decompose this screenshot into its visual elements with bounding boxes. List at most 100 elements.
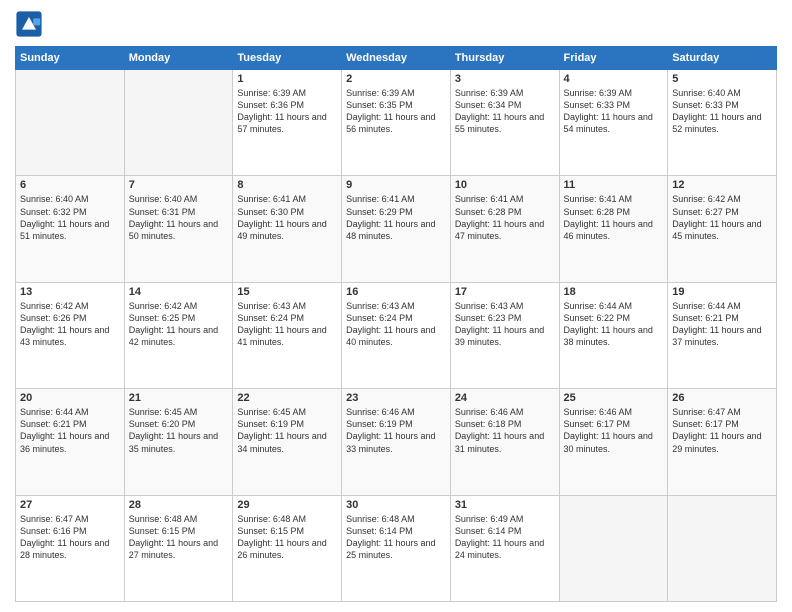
day-number: 20 (20, 392, 120, 404)
weekday-friday: Friday (559, 47, 668, 70)
day-number: 27 (20, 499, 120, 511)
day-cell: 6 Sunrise: 6:40 AM Sunset: 6:32 PM Daylig… (16, 176, 125, 282)
weekday-wednesday: Wednesday (342, 47, 451, 70)
day-info: Sunrise: 6:42 AM Sunset: 6:27 PM Dayligh… (672, 193, 772, 242)
weekday-thursday: Thursday (450, 47, 559, 70)
calendar: SundayMondayTuesdayWednesdayThursdayFrid… (15, 46, 777, 602)
day-number: 24 (455, 392, 555, 404)
day-info: Sunrise: 6:44 AM Sunset: 6:21 PM Dayligh… (672, 300, 772, 349)
day-number: 15 (237, 286, 337, 298)
day-number: 9 (346, 179, 446, 191)
day-cell: 15 Sunrise: 6:43 AM Sunset: 6:24 PM Dayli… (233, 282, 342, 388)
day-info: Sunrise: 6:39 AM Sunset: 6:33 PM Dayligh… (564, 87, 664, 136)
day-number: 30 (346, 499, 446, 511)
day-number: 23 (346, 392, 446, 404)
day-number: 10 (455, 179, 555, 191)
week-row-2: 6 Sunrise: 6:40 AM Sunset: 6:32 PM Daylig… (16, 176, 777, 282)
weekday-header-row: SundayMondayTuesdayWednesdayThursdayFrid… (16, 47, 777, 70)
day-info: Sunrise: 6:44 AM Sunset: 6:21 PM Dayligh… (20, 406, 120, 455)
day-cell: 13 Sunrise: 6:42 AM Sunset: 6:26 PM Dayli… (16, 282, 125, 388)
day-cell (124, 70, 233, 176)
day-info: Sunrise: 6:43 AM Sunset: 6:23 PM Dayligh… (455, 300, 555, 349)
day-cell: 11 Sunrise: 6:41 AM Sunset: 6:28 PM Dayli… (559, 176, 668, 282)
day-cell: 31Sunrise: 6:49 AM Sunset: 6:14 PM Dayli… (450, 495, 559, 601)
weekday-monday: Monday (124, 47, 233, 70)
header (15, 10, 777, 38)
day-number: 11 (564, 179, 664, 191)
day-info: Sunrise: 6:42 AM Sunset: 6:25 PM Dayligh… (129, 300, 229, 349)
day-info: Sunrise: 6:48 AM Sunset: 6:15 PM Dayligh… (237, 513, 337, 562)
day-number: 13 (20, 286, 120, 298)
day-cell: 4 Sunrise: 6:39 AM Sunset: 6:33 PM Daylig… (559, 70, 668, 176)
day-number: 19 (672, 286, 772, 298)
day-number: 26 (672, 392, 772, 404)
day-cell: 1 Sunrise: 6:39 AM Sunset: 6:36 PM Daylig… (233, 70, 342, 176)
day-number: 5 (672, 73, 772, 85)
day-cell: 28 Sunrise: 6:48 AM Sunset: 6:15 PM Dayli… (124, 495, 233, 601)
weekday-saturday: Saturday (668, 47, 777, 70)
day-cell: 21 Sunrise: 6:45 AM Sunset: 6:20 PM Dayli… (124, 389, 233, 495)
day-number: 25 (564, 392, 664, 404)
day-number: 29 (237, 499, 337, 511)
day-number: 12 (672, 179, 772, 191)
day-number: 18 (564, 286, 664, 298)
week-row-3: 13 Sunrise: 6:42 AM Sunset: 6:26 PM Dayli… (16, 282, 777, 388)
day-cell: 24 Sunrise: 6:46 AM Sunset: 6:18 PM Dayli… (450, 389, 559, 495)
day-cell: 9 Sunrise: 6:41 AM Sunset: 6:29 PM Daylig… (342, 176, 451, 282)
day-info: Sunrise: 6:43 AM Sunset: 6:24 PM Dayligh… (237, 300, 337, 349)
day-cell: 18Sunrise: 6:44 AM Sunset: 6:22 PM Dayli… (559, 282, 668, 388)
day-info: Sunrise: 6:48 AM Sunset: 6:14 PM Dayligh… (346, 513, 446, 562)
page: SundayMondayTuesdayWednesdayThursdayFrid… (0, 0, 792, 612)
day-info: Sunrise: 6:40 AM Sunset: 6:31 PM Dayligh… (129, 193, 229, 242)
day-info: Sunrise: 6:45 AM Sunset: 6:20 PM Dayligh… (129, 406, 229, 455)
day-cell: 26Sunrise: 6:47 AM Sunset: 6:17 PM Dayli… (668, 389, 777, 495)
day-info: Sunrise: 6:41 AM Sunset: 6:30 PM Dayligh… (237, 193, 337, 242)
day-cell: 8Sunrise: 6:41 AM Sunset: 6:30 PM Daylig… (233, 176, 342, 282)
week-row-5: 27 Sunrise: 6:47 AM Sunset: 6:16 PM Dayli… (16, 495, 777, 601)
logo (15, 10, 47, 38)
day-cell: 2Sunrise: 6:39 AM Sunset: 6:35 PM Daylig… (342, 70, 451, 176)
day-info: Sunrise: 6:47 AM Sunset: 6:16 PM Dayligh… (20, 513, 120, 562)
day-cell: 20 Sunrise: 6:44 AM Sunset: 6:21 PM Dayli… (16, 389, 125, 495)
day-cell: 12 Sunrise: 6:42 AM Sunset: 6:27 PM Dayli… (668, 176, 777, 282)
day-number: 21 (129, 392, 229, 404)
day-number: 31 (455, 499, 555, 511)
day-info: Sunrise: 6:48 AM Sunset: 6:15 PM Dayligh… (129, 513, 229, 562)
day-info: Sunrise: 6:40 AM Sunset: 6:33 PM Dayligh… (672, 87, 772, 136)
day-number: 28 (129, 499, 229, 511)
day-cell: 27 Sunrise: 6:47 AM Sunset: 6:16 PM Dayli… (16, 495, 125, 601)
day-cell: 17 Sunrise: 6:43 AM Sunset: 6:23 PM Dayli… (450, 282, 559, 388)
day-number: 7 (129, 179, 229, 191)
day-info: Sunrise: 6:41 AM Sunset: 6:28 PM Dayligh… (455, 193, 555, 242)
day-cell (668, 495, 777, 601)
day-info: Sunrise: 6:42 AM Sunset: 6:26 PM Dayligh… (20, 300, 120, 349)
day-info: Sunrise: 6:46 AM Sunset: 6:18 PM Dayligh… (455, 406, 555, 455)
day-info: Sunrise: 6:39 AM Sunset: 6:34 PM Dayligh… (455, 87, 555, 136)
day-cell (559, 495, 668, 601)
week-row-1: 1 Sunrise: 6:39 AM Sunset: 6:36 PM Daylig… (16, 70, 777, 176)
day-info: Sunrise: 6:40 AM Sunset: 6:32 PM Dayligh… (20, 193, 120, 242)
day-info: Sunrise: 6:41 AM Sunset: 6:28 PM Dayligh… (564, 193, 664, 242)
day-info: Sunrise: 6:41 AM Sunset: 6:29 PM Dayligh… (346, 193, 446, 242)
day-cell: 29 Sunrise: 6:48 AM Sunset: 6:15 PM Dayli… (233, 495, 342, 601)
day-cell: 14Sunrise: 6:42 AM Sunset: 6:25 PM Dayli… (124, 282, 233, 388)
day-number: 3 (455, 73, 555, 85)
day-info: Sunrise: 6:39 AM Sunset: 6:35 PM Dayligh… (346, 87, 446, 136)
day-cell: 7 Sunrise: 6:40 AM Sunset: 6:31 PM Daylig… (124, 176, 233, 282)
weekday-sunday: Sunday (16, 47, 125, 70)
day-cell: 30 Sunrise: 6:48 AM Sunset: 6:14 PM Dayli… (342, 495, 451, 601)
day-info: Sunrise: 6:45 AM Sunset: 6:19 PM Dayligh… (237, 406, 337, 455)
day-cell: 10 Sunrise: 6:41 AM Sunset: 6:28 PM Dayli… (450, 176, 559, 282)
day-number: 1 (237, 73, 337, 85)
day-cell: 25Sunrise: 6:46 AM Sunset: 6:17 PM Dayli… (559, 389, 668, 495)
day-cell: 22 Sunrise: 6:45 AM Sunset: 6:19 PM Dayli… (233, 389, 342, 495)
day-cell: 16Sunrise: 6:43 AM Sunset: 6:24 PM Dayli… (342, 282, 451, 388)
day-number: 4 (564, 73, 664, 85)
day-number: 16 (346, 286, 446, 298)
day-number: 6 (20, 179, 120, 191)
day-cell: 3 Sunrise: 6:39 AM Sunset: 6:34 PM Daylig… (450, 70, 559, 176)
day-number: 17 (455, 286, 555, 298)
day-cell (16, 70, 125, 176)
day-number: 22 (237, 392, 337, 404)
day-info: Sunrise: 6:39 AM Sunset: 6:36 PM Dayligh… (237, 87, 337, 136)
